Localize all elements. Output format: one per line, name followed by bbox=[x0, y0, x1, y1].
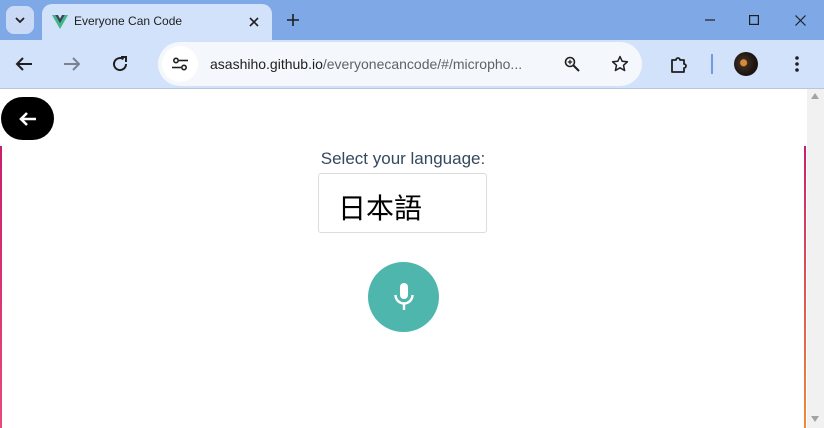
language-select-value: 日本語 bbox=[338, 192, 423, 225]
tab-search-button[interactable] bbox=[6, 6, 34, 34]
zoom-button[interactable] bbox=[560, 52, 584, 76]
tune-icon bbox=[172, 57, 188, 71]
puzzle-icon bbox=[671, 57, 687, 73]
tab-close-button[interactable] bbox=[244, 12, 264, 32]
page-border-left bbox=[0, 146, 2, 428]
arrow-right-icon bbox=[64, 57, 81, 71]
page-border-right bbox=[804, 146, 806, 428]
browser-tab[interactable]: Everyone Can Code bbox=[42, 4, 272, 40]
chevron-down-icon bbox=[15, 17, 25, 24]
back-button[interactable] bbox=[8, 48, 40, 80]
scroll-down-arrow[interactable] bbox=[811, 416, 819, 422]
microphone-icon bbox=[393, 283, 414, 310]
browser-toolbar: asashiho.github.io/everyonecancode/#/mic… bbox=[0, 40, 824, 89]
maximize-icon bbox=[749, 15, 759, 25]
toolbar-divider bbox=[711, 54, 713, 74]
url-text[interactable]: asashiho.github.io/everyonecancode/#/mic… bbox=[210, 56, 522, 72]
zoom-icon bbox=[564, 56, 580, 72]
site-info-button[interactable] bbox=[162, 46, 198, 82]
bookmark-button[interactable] bbox=[608, 52, 632, 76]
tab-title: Everyone Can Code bbox=[74, 14, 183, 28]
reload-icon bbox=[113, 56, 128, 72]
language-select[interactable]: 日本語 bbox=[318, 173, 487, 233]
menu-button[interactable] bbox=[781, 48, 813, 80]
close-icon bbox=[794, 14, 806, 26]
vertical-scrollbar[interactable] bbox=[807, 89, 824, 428]
microphone-button[interactable] bbox=[368, 262, 439, 332]
page-content bbox=[0, 89, 806, 428]
avatar[interactable] bbox=[734, 52, 758, 76]
star-icon bbox=[611, 55, 629, 72]
url-path: /everyonecancode/#/micropho... bbox=[322, 56, 523, 72]
arrow-left-icon bbox=[18, 111, 36, 126]
scroll-up-arrow[interactable] bbox=[811, 93, 819, 99]
minimize-icon bbox=[705, 19, 715, 21]
forward-button[interactable] bbox=[56, 48, 88, 80]
reload-button[interactable] bbox=[104, 48, 136, 80]
address-bar[interactable]: asashiho.github.io/everyonecancode/#/mic… bbox=[158, 42, 642, 86]
close-icon bbox=[249, 17, 259, 27]
arrow-left-icon bbox=[15, 57, 32, 71]
minimize-button[interactable] bbox=[695, 6, 725, 34]
url-host: asashiho.github.io bbox=[210, 56, 323, 72]
close-window-button[interactable] bbox=[785, 6, 815, 34]
title-bar: Everyone Can Code bbox=[0, 0, 824, 40]
more-vert-icon bbox=[795, 56, 799, 72]
vue-logo-icon bbox=[52, 15, 68, 29]
extensions-button[interactable] bbox=[663, 48, 695, 80]
page-back-button[interactable] bbox=[1, 97, 54, 140]
language-label: Select your language: bbox=[320, 149, 486, 168]
new-tab-button[interactable] bbox=[282, 9, 304, 31]
plus-icon bbox=[287, 14, 299, 26]
maximize-button[interactable] bbox=[739, 6, 769, 34]
